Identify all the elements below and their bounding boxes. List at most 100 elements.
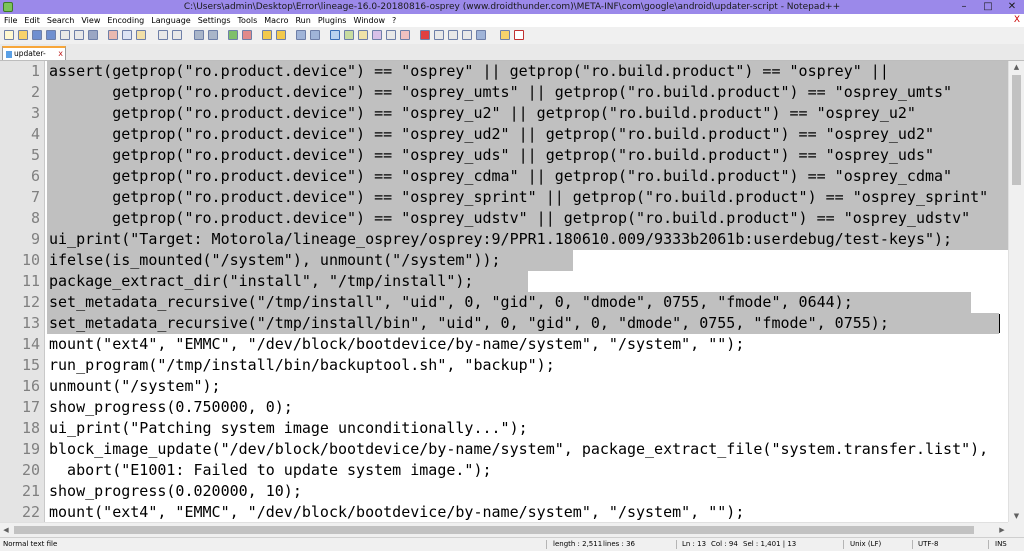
code-line[interactable]: run_program("/tmp/install/bin/backuptool…: [49, 355, 555, 376]
tab-updater-script[interactable]: updater-script x: [2, 46, 66, 69]
doc-map-icon[interactable]: [358, 30, 368, 40]
line-number: 18: [21, 419, 40, 437]
close-icon[interactable]: [60, 30, 70, 40]
paste-icon[interactable]: [136, 30, 146, 40]
folder-as-workspace-icon[interactable]: [386, 30, 396, 40]
tab-bar: updater-script x: [0, 44, 1024, 69]
menu-language[interactable]: Language: [147, 14, 193, 27]
code-line[interactable]: mount("ext4", "EMMC", "/dev/block/bootde…: [49, 502, 744, 522]
status-line-number: Ln : 13: [682, 540, 707, 548]
code-editor[interactable]: 1 assert(getprop("ro.product.device") ==…: [0, 61, 1008, 522]
line-number: 12: [21, 293, 40, 311]
vertical-scrollbar[interactable]: ▲ ▼: [1008, 61, 1024, 522]
close-document-button[interactable]: X: [1014, 14, 1020, 27]
menu-tools[interactable]: Tools: [234, 14, 261, 27]
status-divider: [988, 540, 989, 549]
code-line[interactable]: package_extract_dir("install", "/tmp/ins…: [49, 271, 473, 292]
code-line[interactable]: set_metadata_recursive("/tmp/install/bin…: [49, 313, 889, 334]
zoom-in-icon[interactable]: [228, 30, 238, 40]
menu-plugins[interactable]: Plugins: [314, 14, 350, 27]
save-macro-icon[interactable]: [476, 30, 486, 40]
code-line[interactable]: show_progress(0.750000, 0);: [49, 397, 293, 418]
menu-window[interactable]: Window: [349, 14, 388, 27]
sync-vertical-icon[interactable]: [262, 30, 272, 40]
line-number: 3: [30, 104, 40, 122]
code-line[interactable]: getprop("ro.product.device") == "osprey_…: [49, 208, 970, 229]
menu-macro[interactable]: Macro: [260, 14, 291, 27]
show-all-characters-icon[interactable]: [310, 30, 320, 40]
code-line[interactable]: abort("E1001: Failed to update system im…: [49, 460, 491, 481]
code-line[interactable]: getprop("ro.product.device") == "osprey_…: [49, 103, 916, 124]
menu-edit[interactable]: Edit: [20, 14, 43, 27]
code-line[interactable]: set_metadata_recursive("/tmp/install", "…: [49, 292, 853, 313]
code-line[interactable]: assert(getprop("ro.product.device") == "…: [49, 61, 898, 82]
scroll-right-icon[interactable]: ▶: [996, 523, 1008, 537]
scroll-down-icon[interactable]: ▼: [1009, 510, 1024, 522]
horizontal-scrollbar[interactable]: ◀ ▶: [0, 522, 1008, 537]
spell-check-icon[interactable]: [514, 30, 524, 40]
code-line[interactable]: ui_print("Patching system image uncondit…: [49, 418, 528, 439]
menu-search[interactable]: Search: [43, 14, 77, 27]
function-list-icon[interactable]: [372, 30, 382, 40]
line-number: 16: [21, 377, 40, 395]
code-line[interactable]: getprop("ro.product.device") == "osprey_…: [49, 166, 952, 187]
code-line[interactable]: unmount("/system");: [49, 376, 221, 397]
line-number: 10: [21, 251, 40, 269]
menu-encoding[interactable]: Encoding: [103, 14, 147, 27]
user-language-icon[interactable]: [344, 30, 354, 40]
minimize-button[interactable]: –: [952, 0, 976, 14]
line-number: 21: [21, 482, 40, 500]
vertical-scroll-thumb[interactable]: [1012, 75, 1021, 185]
record-macro-icon[interactable]: [420, 30, 430, 40]
code-line[interactable]: getprop("ro.product.device") == "osprey_…: [49, 82, 952, 103]
code-line[interactable]: ui_print("Target: Motorola/lineage_ospre…: [49, 229, 952, 250]
indent-guide-icon[interactable]: [330, 30, 340, 40]
print-icon[interactable]: [88, 30, 98, 40]
launch-icon[interactable]: [500, 30, 510, 40]
copy-icon[interactable]: [122, 30, 132, 40]
open-file-icon[interactable]: [18, 30, 28, 40]
scroll-left-icon[interactable]: ◀: [0, 523, 12, 537]
close-all-icon[interactable]: [74, 30, 84, 40]
zoom-out-icon[interactable]: [242, 30, 252, 40]
menu-help[interactable]: ?: [388, 14, 399, 27]
code-line[interactable]: block_image_update("/dev/block/bootdevic…: [49, 439, 988, 460]
tab-close-icon[interactable]: x: [58, 48, 63, 59]
maximize-button[interactable]: □: [976, 0, 1000, 14]
new-file-icon[interactable]: [4, 30, 14, 40]
line-number: 2: [30, 83, 40, 101]
save-icon[interactable]: [32, 30, 42, 40]
save-all-icon[interactable]: [46, 30, 56, 40]
status-selection: Sel : 1,401 | 13: [743, 540, 797, 548]
cut-icon[interactable]: [108, 30, 118, 40]
status-insert-mode: INS: [995, 540, 1007, 548]
scroll-up-icon[interactable]: ▲: [1009, 61, 1024, 73]
undo-icon[interactable]: [158, 30, 168, 40]
sync-horizontal-icon[interactable]: [276, 30, 286, 40]
code-line[interactable]: mount("ext4", "EMMC", "/dev/block/bootde…: [49, 334, 744, 355]
code-line[interactable]: getprop("ro.product.device") == "osprey_…: [49, 124, 934, 145]
code-line[interactable]: getprop("ro.product.device") == "osprey_…: [49, 145, 934, 166]
menu-view[interactable]: View: [77, 14, 103, 27]
line-number: 1: [30, 62, 40, 80]
code-line[interactable]: getprop("ro.product.device") == "osprey_…: [49, 187, 988, 208]
find-icon[interactable]: [194, 30, 204, 40]
menu-file[interactable]: File: [0, 14, 20, 27]
word-wrap-icon[interactable]: [296, 30, 306, 40]
run-macro-multiple-icon[interactable]: [462, 30, 472, 40]
close-window-button[interactable]: ✕: [1000, 0, 1024, 14]
code-line[interactable]: show_progress(0.020000, 10);: [49, 481, 302, 502]
window-controls: – □ ✕: [952, 0, 1024, 14]
replace-icon[interactable]: [208, 30, 218, 40]
menu-run[interactable]: Run: [291, 14, 313, 27]
play-macro-icon[interactable]: [448, 30, 458, 40]
code-line[interactable]: ifelse(is_mounted("/system"), unmount("/…: [49, 250, 501, 271]
menu-settings[interactable]: Settings: [194, 14, 234, 27]
redo-icon[interactable]: [172, 30, 182, 40]
status-divider: [676, 540, 677, 549]
line-number: 5: [30, 146, 40, 164]
stop-macro-icon[interactable]: [434, 30, 444, 40]
monitoring-icon[interactable]: [400, 30, 410, 40]
horizontal-scroll-thumb[interactable]: [14, 526, 974, 534]
line-number: 9: [30, 230, 40, 248]
